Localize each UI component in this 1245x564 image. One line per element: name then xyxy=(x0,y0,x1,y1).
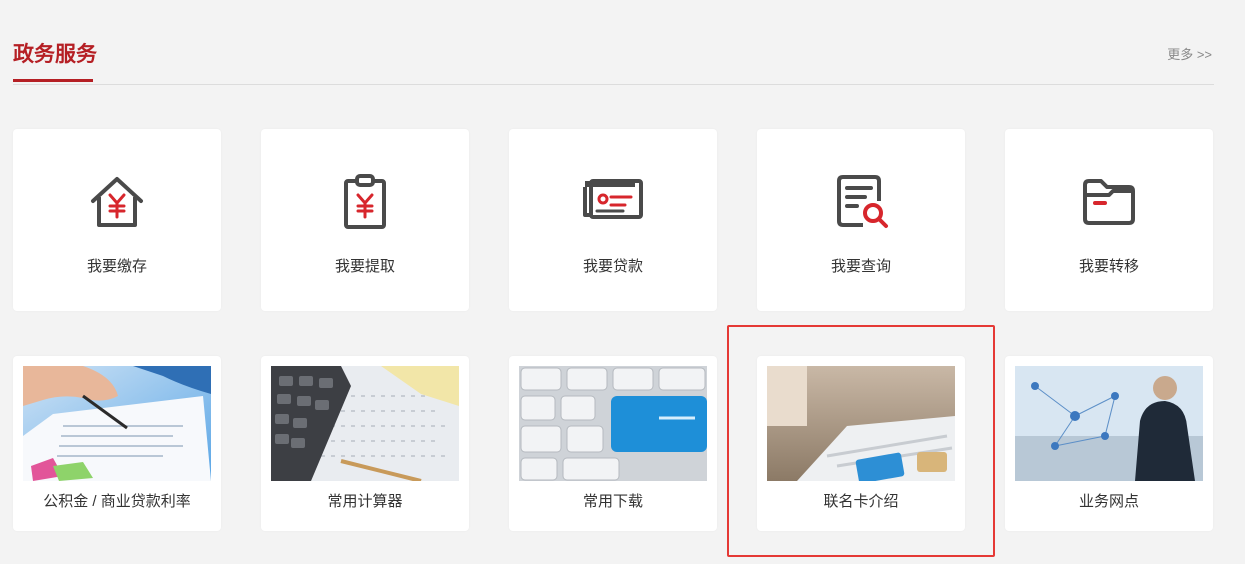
service-transfer-card[interactable]: 我要转移 xyxy=(1005,129,1213,311)
service-label: 我要转移 xyxy=(1078,258,1139,275)
service-withdraw-card[interactable]: 我要提取 xyxy=(261,129,469,311)
clipboard-yuan-icon xyxy=(344,174,386,229)
service-loan-card[interactable]: 我要贷款 xyxy=(509,129,717,311)
service-label: 我要提取 xyxy=(334,258,395,275)
keyboard-card-photo xyxy=(767,366,955,481)
more-link[interactable]: 更多 >> xyxy=(1167,46,1212,64)
service-label: 我要贷款 xyxy=(582,258,643,275)
section-title: 政务服务 xyxy=(13,43,97,66)
service-query-card[interactable]: 我要查询 xyxy=(757,129,965,311)
document-search-icon xyxy=(837,175,888,228)
feature-label: 常用下载 xyxy=(582,493,643,510)
feature-cobrand-card-card[interactable]: 联名卡介绍 xyxy=(757,356,965,531)
service-deposit-card[interactable]: 我要缴存 xyxy=(13,129,221,311)
house-yuan-icon xyxy=(91,177,143,227)
service-label: 我要缴存 xyxy=(86,258,147,275)
feature-download-card[interactable]: 常用下载 xyxy=(509,356,717,531)
feature-calculator-card[interactable]: 常用计算器 xyxy=(261,356,469,531)
folder-transfer-icon xyxy=(1083,179,1135,225)
feature-label: 业务网点 xyxy=(1078,493,1139,510)
cards-loan-icon xyxy=(583,179,643,219)
feature-label: 联名卡介绍 xyxy=(823,493,899,510)
gov-services-section: 政务服务 更多 >> 我要缴存 我要提取 我要贷款 我要查询 我要转移 公积金 … xyxy=(13,0,1214,564)
title-underline xyxy=(13,79,93,82)
feature-label: 常用计算器 xyxy=(327,493,403,510)
calculator-photo xyxy=(271,366,459,481)
keyboard-download-photo xyxy=(519,366,707,481)
network-businessman-photo xyxy=(1015,366,1203,481)
feature-branches-card[interactable]: 业务网点 xyxy=(1005,356,1213,531)
service-label: 我要查询 xyxy=(830,258,891,275)
section-header: 政务服务 更多 >> xyxy=(13,0,1214,85)
document-signing-photo xyxy=(23,366,211,481)
feature-label: 公积金 / 商业贷款利率 xyxy=(43,493,191,510)
feature-rates-card[interactable]: 公积金 / 商业贷款利率 xyxy=(13,356,221,531)
